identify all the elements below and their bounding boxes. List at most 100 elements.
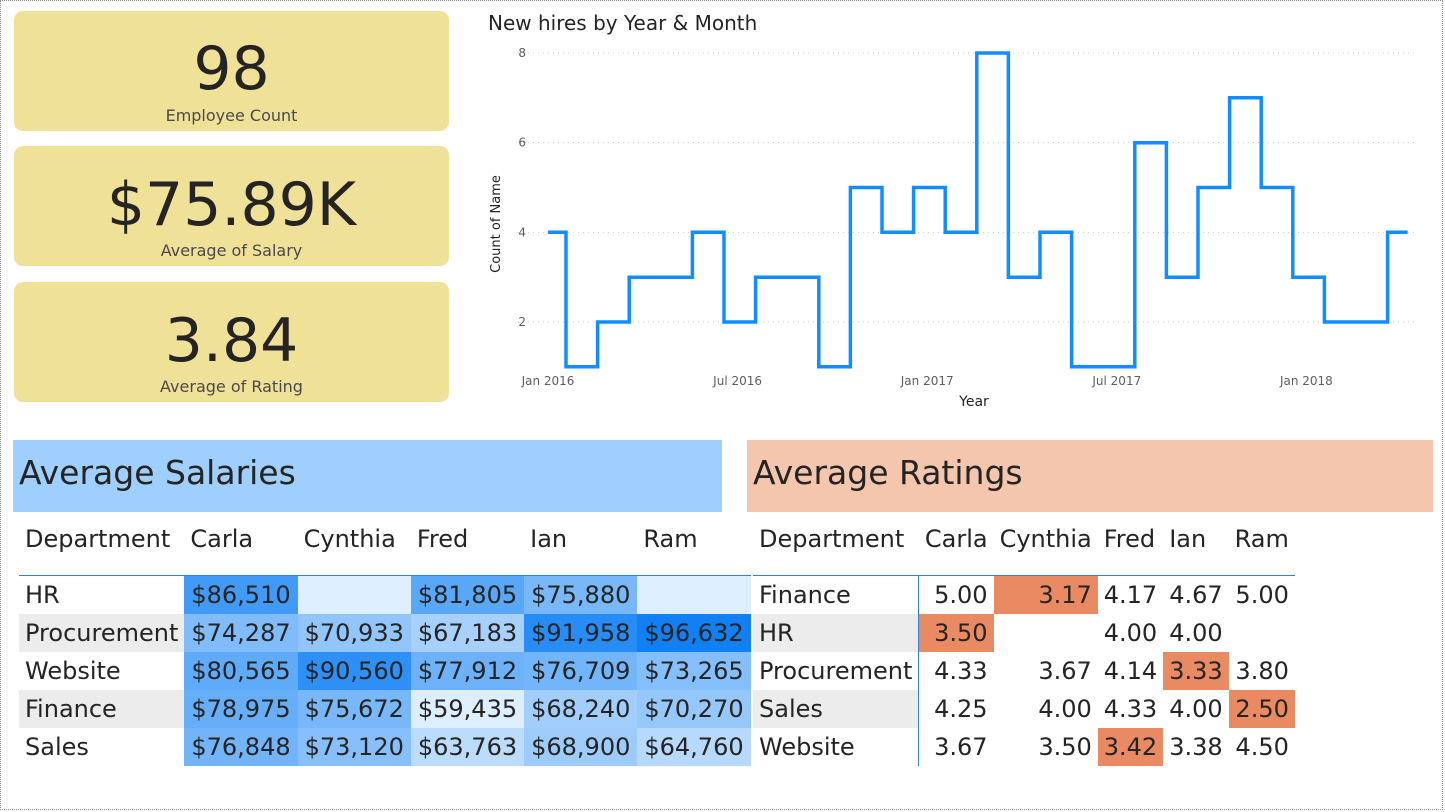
ratings-cell[interactable]: 4.17 bbox=[1098, 576, 1163, 615]
salaries-cell[interactable]: $77,912 bbox=[410, 652, 525, 690]
salaries-column-header[interactable]: Ram bbox=[637, 503, 751, 576]
data-point[interactable] bbox=[553, 228, 561, 236]
table-row[interactable]: HR $86,510 $81,805 $75,880 bbox=[19, 575, 751, 614]
data-point[interactable] bbox=[1083, 363, 1091, 371]
salaries-cell[interactable]: $70,270 bbox=[637, 690, 751, 728]
table-row[interactable]: Finance $78,975 $75,672 $59,435 $68,240 $70,2… bbox=[19, 690, 751, 728]
ratings-cell[interactable]: 3.80 bbox=[1229, 652, 1295, 690]
salaries-column-header[interactable]: Carla bbox=[184, 503, 298, 576]
ratings-column-header[interactable]: Carla bbox=[918, 503, 994, 576]
data-point[interactable] bbox=[925, 184, 933, 192]
data-point[interactable] bbox=[1020, 273, 1028, 281]
data-point[interactable] bbox=[609, 318, 617, 326]
ratings-cell[interactable]: 4.00 bbox=[994, 690, 1098, 728]
data-point[interactable] bbox=[641, 273, 649, 281]
ratings-cell[interactable]: 3.17 bbox=[993, 575, 1098, 614]
table-row[interactable]: HR 3.50 4.00 4.00 bbox=[753, 614, 1295, 652]
data-point[interactable] bbox=[989, 49, 997, 57]
ratings-column-header[interactable]: Fred bbox=[1097, 503, 1164, 576]
employee-count-card[interactable]: 98 Employee Count bbox=[14, 11, 449, 131]
salaries-cell[interactable]: $68,240 bbox=[524, 690, 638, 728]
salaries-cell[interactable]: $76,848 bbox=[184, 728, 298, 766]
data-point[interactable] bbox=[1394, 228, 1402, 236]
salaries-cell[interactable] bbox=[637, 575, 751, 614]
data-point[interactable] bbox=[704, 228, 712, 236]
salaries-cell[interactable] bbox=[297, 575, 411, 614]
table-row[interactable]: Website $80,565 $90,560 $77,912 $76,709 $73,2… bbox=[19, 652, 751, 690]
salaries-cell[interactable]: $96,632 bbox=[637, 614, 751, 652]
table-row[interactable]: Finance 5.00 3.17 4.17 4.67 5.00 bbox=[753, 575, 1295, 615]
salaries-cell[interactable]: $81,805 bbox=[410, 575, 525, 614]
data-point[interactable] bbox=[1336, 318, 1344, 326]
ratings-cell[interactable] bbox=[994, 614, 1098, 652]
data-point[interactable] bbox=[1210, 184, 1218, 192]
data-point[interactable] bbox=[1241, 94, 1249, 102]
ratings-cell[interactable]: 3.67 bbox=[994, 652, 1098, 690]
salaries-cell[interactable]: $76,709 bbox=[524, 652, 638, 690]
average-salary-card[interactable]: $75.89K Average of Salary bbox=[14, 146, 449, 266]
series-line-new-hires[interactable] bbox=[548, 51, 1408, 369]
salaries-cell[interactable]: $78,975 bbox=[184, 690, 298, 728]
salaries-cell[interactable]: $68,900 bbox=[524, 728, 638, 766]
data-point[interactable] bbox=[862, 184, 870, 192]
table-row[interactable]: Procurement 4.33 3.67 4.14 3.33 3.80 bbox=[753, 652, 1295, 690]
ratings-cell[interactable]: 2.50 bbox=[1228, 690, 1295, 728]
ratings-cell[interactable]: 4.33 bbox=[1098, 690, 1163, 728]
data-point[interactable] bbox=[1115, 363, 1123, 371]
ratings-cell[interactable]: 4.14 bbox=[1098, 652, 1163, 690]
salaries-cell[interactable]: $73,265 bbox=[637, 652, 751, 690]
salaries-cell[interactable]: $70,933 bbox=[297, 614, 411, 652]
data-point[interactable] bbox=[736, 318, 744, 326]
salaries-cell[interactable]: $74,287 bbox=[184, 614, 298, 652]
ratings-cell[interactable]: 4.25 bbox=[919, 690, 994, 728]
data-point[interactable] bbox=[1273, 184, 1281, 192]
data-point[interactable] bbox=[1052, 228, 1060, 236]
ratings-cell[interactable]: 4.50 bbox=[1229, 728, 1295, 766]
ratings-cell[interactable]: 4.33 bbox=[919, 652, 994, 690]
salaries-cell[interactable]: $64,760 bbox=[637, 728, 751, 766]
ratings-cell[interactable]: 3.33 bbox=[1163, 652, 1229, 690]
salaries-cell[interactable]: $91,958 bbox=[524, 614, 638, 652]
ratings-cell[interactable]: 3.42 bbox=[1097, 728, 1164, 766]
salaries-cell[interactable]: $63,763 bbox=[410, 728, 525, 766]
salaries-cell[interactable]: $59,435 bbox=[410, 690, 525, 728]
ratings-column-header[interactable]: Ram bbox=[1228, 503, 1295, 576]
ratings-cell[interactable]: 5.00 bbox=[919, 576, 994, 615]
data-point[interactable] bbox=[578, 363, 586, 371]
ratings-cell[interactable]: 3.38 bbox=[1163, 728, 1228, 766]
data-point[interactable] bbox=[1147, 139, 1155, 147]
salaries-cell[interactable]: $67,183 bbox=[410, 614, 525, 652]
ratings-cell[interactable]: 4.00 bbox=[1163, 614, 1228, 652]
average-rating-card[interactable]: 3.84 Average of Rating bbox=[14, 282, 449, 402]
salaries-cell[interactable]: $80,565 bbox=[184, 652, 298, 690]
salaries-cell[interactable]: $75,880 bbox=[524, 575, 638, 614]
salaries-column-header[interactable]: Department bbox=[19, 503, 185, 576]
salaries-column-header[interactable]: Fred bbox=[410, 503, 525, 576]
salaries-cell[interactable]: $86,510 bbox=[184, 575, 298, 614]
data-point[interactable] bbox=[894, 228, 902, 236]
data-point[interactable] bbox=[957, 228, 965, 236]
salaries-cell[interactable]: $90,560 bbox=[297, 652, 411, 690]
data-point[interactable] bbox=[831, 363, 839, 371]
table-row[interactable]: Website 3.67 3.50 3.42 3.38 4.50 bbox=[753, 728, 1295, 766]
new-hires-line-chart[interactable]: 2468 Jan 2016 Jul 2016 Jan 2017 Jul 2017 Jan… bbox=[480, 36, 1425, 421]
ratings-cell[interactable]: 4.00 bbox=[1163, 690, 1228, 728]
table-row[interactable]: Procurement $74,287 $70,933 $67,183 $91,958 $… bbox=[19, 614, 751, 652]
salaries-cell[interactable]: $73,120 bbox=[297, 728, 411, 766]
ratings-cell[interactable]: 3.50 bbox=[994, 728, 1098, 766]
salaries-column-header[interactable]: Ian bbox=[524, 503, 638, 576]
data-point[interactable] bbox=[673, 273, 681, 281]
data-point[interactable] bbox=[767, 273, 775, 281]
data-point[interactable] bbox=[1305, 273, 1313, 281]
ratings-cell[interactable]: 5.00 bbox=[1229, 576, 1295, 615]
data-point[interactable] bbox=[1178, 273, 1186, 281]
ratings-cell[interactable]: 3.67 bbox=[919, 728, 994, 766]
table-row[interactable]: Sales $76,848 $73,120 $63,763 $68,900 $64,760 bbox=[19, 728, 751, 766]
ratings-cell[interactable]: 4.67 bbox=[1163, 576, 1228, 615]
ratings-cell[interactable]: 3.50 bbox=[918, 614, 994, 652]
data-point[interactable] bbox=[1368, 318, 1376, 326]
ratings-column-header[interactable]: Department bbox=[753, 503, 919, 576]
ratings-column-header[interactable]: Ian bbox=[1163, 503, 1229, 576]
ratings-column-header[interactable]: Cynthia bbox=[993, 503, 1098, 576]
ratings-cell[interactable]: 4.00 bbox=[1098, 614, 1163, 652]
